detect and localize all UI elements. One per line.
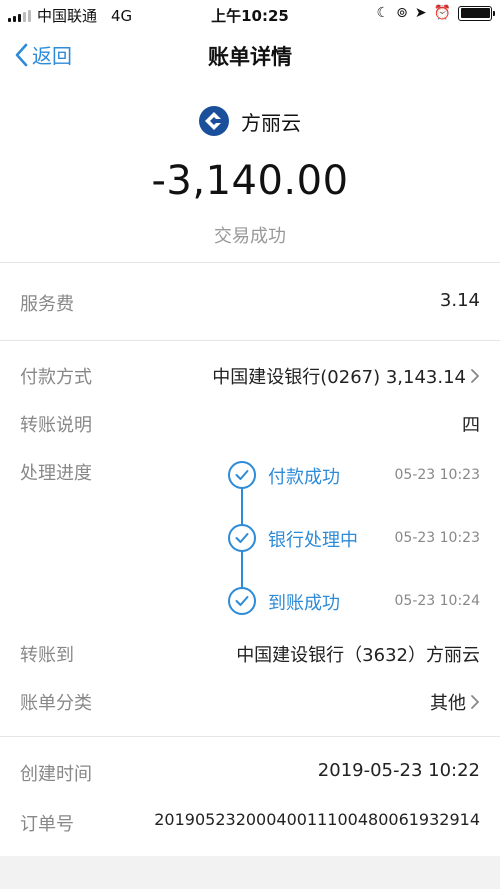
order-number-value: 20190523200040011100480061932914 (154, 810, 480, 829)
created-time-label: 创建时间 (20, 764, 92, 785)
category-value: 其他 (430, 693, 466, 714)
progress-section: 处理进度 付款成功 05-23 10:23 银行处理中 05-23 10:23 … (0, 455, 500, 625)
payment-method-value-wrap: 中国建设银行(0267) 3,143.14 (212, 363, 480, 389)
transfer-to-label: 转账到 (20, 645, 74, 666)
location-icon: ➤ (414, 5, 427, 21)
bottom-bar (0, 856, 500, 889)
ccb-bank-logo-icon (199, 106, 229, 136)
page-title: 账单详情 (208, 45, 292, 69)
category-label: 账单分类 (20, 693, 92, 714)
progress-step-time: 05-23 10:23 (394, 530, 480, 546)
bill-header: 方丽云 -3,140.00 交易成功 (0, 82, 500, 262)
divider (0, 736, 500, 737)
remark-label: 转账说明 (20, 415, 92, 436)
payment-method-row[interactable]: 付款方式 中国建设银行(0267) 3,143.14 (0, 355, 500, 395)
progress-step-label: 银行处理中 (268, 530, 358, 551)
progress-label: 处理进度 (20, 463, 92, 484)
battery-icon (458, 5, 495, 21)
progress-step-time: 05-23 10:23 (394, 467, 480, 483)
remark-row: 转账说明 四 (0, 403, 500, 443)
transfer-to-row: 转账到 中国建设银行（3632）方丽云 (0, 633, 500, 673)
category-value-wrap: 其他 (430, 689, 480, 715)
transaction-status: 交易成功 (214, 226, 286, 247)
progress-step: 付款成功 05-23 10:23 (228, 461, 490, 491)
rotation-lock-icon: ⊚ (396, 5, 408, 21)
transfer-to-value: 中国建设银行（3632）方丽云 (236, 645, 480, 666)
status-right: ☾ ⊚ ➤ ⏰ (376, 5, 495, 21)
check-circle-icon (228, 461, 256, 489)
payment-method-label: 付款方式 (20, 367, 92, 388)
fee-row: 服务费 3.14 (0, 282, 500, 322)
progress-step-label: 付款成功 (268, 467, 340, 488)
chevron-right-icon (471, 695, 479, 709)
moon-icon: ☾ (376, 5, 390, 21)
category-row[interactable]: 账单分类 其他 (0, 681, 500, 721)
check-circle-icon (228, 524, 256, 552)
divider (0, 340, 500, 341)
status-bar: 中国联通 4G 上午10:25 ☾ ⊚ ➤ ⏰ (0, 0, 500, 30)
check-circle-icon (228, 587, 256, 615)
progress-step-time: 05-23 10:24 (394, 593, 480, 609)
fee-value: 3.14 (439, 290, 480, 311)
order-number-row: 订单号 20190523200040011100480061932914 (0, 802, 500, 842)
created-time-value: 2019-05-23 10:22 (317, 760, 480, 781)
remark-value: 四 (462, 415, 480, 436)
progress-step: 到账成功 05-23 10:24 (228, 587, 490, 617)
progress-step: 银行处理中 05-23 10:23 (228, 524, 490, 554)
payee-name: 方丽云 (241, 110, 301, 135)
payment-method-value: 中国建设银行(0267) 3,143.14 (212, 367, 466, 388)
payee: 方丽云 (0, 106, 500, 136)
created-time-row: 创建时间 2019-05-23 10:22 (0, 752, 500, 792)
alarm-icon: ⏰ (433, 5, 451, 21)
fee-label: 服务费 (20, 294, 74, 315)
divider (0, 262, 500, 263)
chevron-right-icon (471, 369, 479, 383)
nav-bar: 返回 账单详情 (0, 30, 500, 82)
order-number-label: 订单号 (20, 814, 74, 835)
progress-step-label: 到账成功 (268, 593, 340, 614)
transaction-amount: -3,140.00 (151, 158, 349, 204)
